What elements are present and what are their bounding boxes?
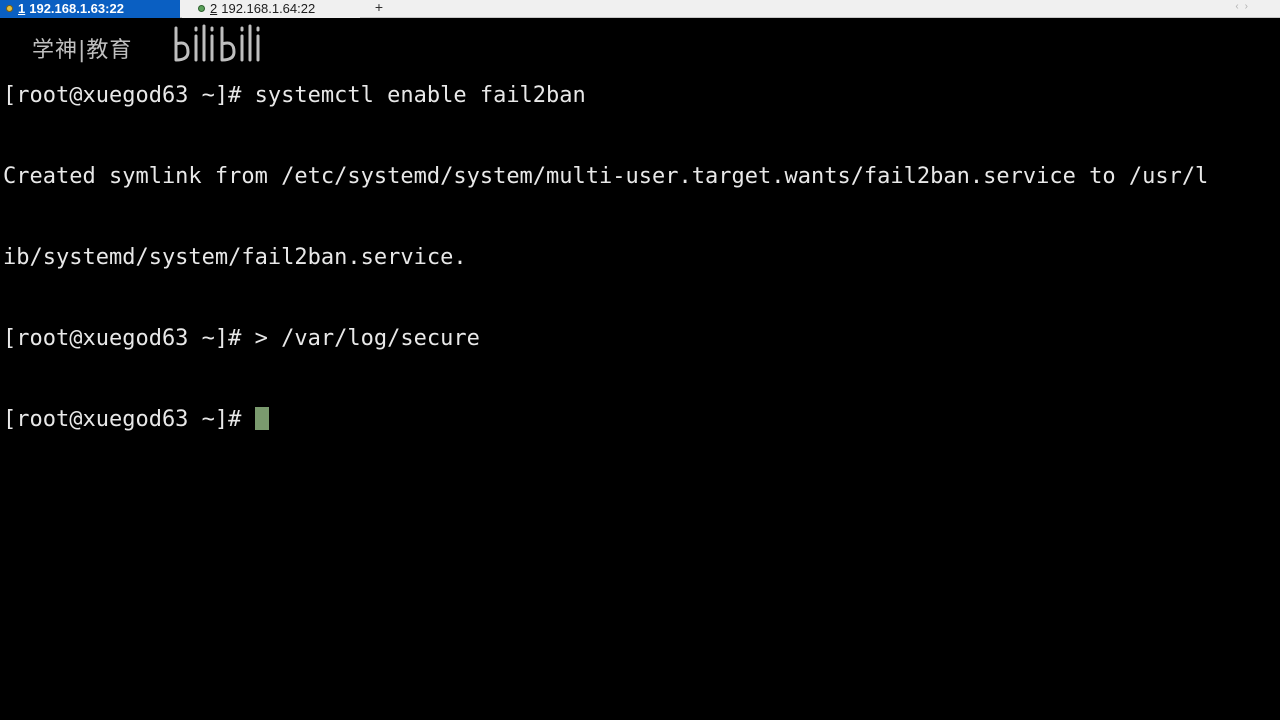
- terminal-prompt-line: [root@xuegod63 ~]#: [3, 406, 1277, 433]
- chevron-right-icon[interactable]: ›: [1245, 1, 1254, 12]
- terminal-prompt: [root@xuegod63 ~]#: [3, 407, 255, 432]
- tab-scroll-controls[interactable]: ‹›: [1235, 0, 1254, 18]
- tab-number: 1: [18, 1, 26, 16]
- session-tab-bar: 1 192.168.1.63:22 2 192.168.1.64:22 + ‹›: [0, 0, 1280, 18]
- tab-label: 192.168.1.64:22: [221, 1, 316, 16]
- terminal-line: Created symlink from /etc/systemd/system…: [3, 164, 1209, 189]
- session-status-icon: [198, 5, 205, 12]
- terminal-cursor: [254, 407, 269, 430]
- terminal-output[interactable]: [root@xuegod63 ~]# systemctl enable fail…: [3, 28, 1277, 716]
- terminal-line: [root@xuegod63 ~]# systemctl enable fail…: [3, 83, 586, 108]
- tab-label: 192.168.1.63:22: [29, 1, 124, 16]
- ssh-client-window: 1 192.168.1.63:22 2 192.168.1.64:22 + ‹› […: [0, 0, 1280, 720]
- chevron-left-icon[interactable]: ‹: [1235, 1, 1244, 12]
- tab-session-2[interactable]: 2 192.168.1.64:22: [182, 0, 360, 18]
- tab-number: 2: [210, 1, 218, 16]
- terminal-line: ib/systemd/system/fail2ban.service.: [3, 245, 467, 270]
- session-status-icon: [6, 5, 13, 12]
- add-tab-button[interactable]: +: [373, 0, 385, 18]
- terminal-line: [root@xuegod63 ~]# > /var/log/secure: [3, 326, 480, 351]
- tab-session-1[interactable]: 1 192.168.1.63:22: [0, 0, 180, 18]
